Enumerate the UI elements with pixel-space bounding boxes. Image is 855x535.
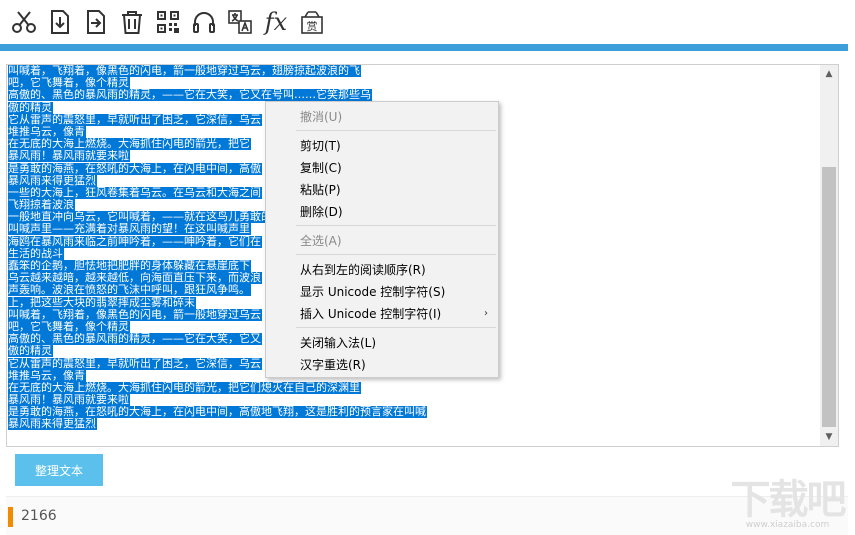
selected-text: 在无底的大海上燃烧。大海抓住闪电的箭光，把它们熄灭在自己的深渊里	[8, 381, 361, 394]
menu-item-label: 显示 Unicode 控制字符(S)	[300, 285, 446, 299]
selected-text: 暴风雨！暴风雨就要来啦	[8, 150, 130, 163]
scroll-thumb[interactable]	[822, 167, 836, 427]
selected-text: 叫喊着，飞翔着，像黑色的闪电，箭一般地穿过乌云，翅膀掠起波浪的飞	[8, 65, 361, 77]
menu-item-label: 粘贴(P)	[300, 183, 341, 197]
selected-text: 傲的精灵	[8, 345, 53, 358]
toolbar: fx 赏	[0, 0, 855, 44]
qrcode-button[interactable]	[153, 5, 183, 39]
submenu-arrow-icon: ›	[484, 308, 488, 319]
selected-text: 暴风雨来得更猛烈	[8, 174, 97, 187]
text-line[interactable]: 暴风雨！暴风雨就要来啦	[8, 394, 820, 407]
selected-text: 在无底的大海上燃烧。大海抓住闪电的箭光，把它	[8, 138, 251, 151]
vertical-scrollbar[interactable]: ▲ ▼	[820, 65, 838, 446]
menu-item-rtl-reading[interactable]: 从右到左的阅读顺序(R)	[266, 259, 498, 280]
selected-text: 一般地直冲向乌云，它叫喊着，——就在这鸟儿勇敢的	[8, 211, 273, 224]
watermark-logo: 下载吧 www.xiazaiba.com	[720, 478, 855, 535]
delete-icon	[122, 11, 142, 34]
selected-text: 叫喊着，飞翔着，像黑色的闪电，箭一般地穿过乌云	[8, 308, 262, 321]
selected-text: 是勇敢的海燕，在怒吼的大海上，在闪电中间，高傲地飞翔，这是胜利的预言家在叫喊	[8, 406, 427, 419]
menu-item-show-unicode[interactable]: 显示 Unicode 控制字符(S)	[266, 281, 498, 302]
menu-item-label: 撤消(U)	[300, 110, 343, 124]
selected-text: 它从雷声的震怒里，早就听出了困乏，它深信，乌云	[8, 113, 262, 126]
menu-item-label: 删除(D)	[300, 205, 343, 219]
tidy-text-button[interactable]: 整理文本	[15, 454, 103, 486]
text-line[interactable]: 高傲的、黑色的暴风雨的精灵，——它在大笑，它又在号叫……它笑那些乌	[8, 89, 820, 102]
menu-item-select-all[interactable]: 全选(A)	[266, 230, 498, 251]
selected-text: 它从雷声的震怒里，早就听出了困乏，它深信，乌云	[8, 357, 262, 370]
text-line[interactable]: 暴风雨来得更猛烈	[8, 418, 820, 431]
cut-button[interactable]	[9, 5, 39, 39]
text-line[interactable]: 叫喊着，飞翔着，像黑色的闪电，箭一般地穿过乌云，翅膀掠起波浪的飞	[8, 65, 820, 77]
export-icon	[87, 10, 105, 34]
menu-item-cut[interactable]: 剪切(T)	[266, 135, 498, 156]
selected-text: 高傲的、黑色的暴风雨的精灵，——它在大笑，它又在号叫……它笑那些乌	[8, 89, 372, 102]
scroll-up-arrow[interactable]: ▲	[820, 66, 838, 82]
menu-item-label: 关闭输入法(L)	[300, 336, 377, 350]
status-accent-marker	[8, 507, 13, 527]
cut-icon	[12, 11, 36, 33]
menu-item-label: 全选(A)	[300, 234, 342, 248]
selected-text: 暴风雨！暴风雨就要来啦	[8, 394, 130, 407]
menu-separator	[296, 254, 496, 255]
selected-text: 堆推乌云，像青	[8, 125, 86, 138]
text-line[interactable]: 在无底的大海上燃烧。大海抓住闪电的箭光，把它们熄灭在自己的深渊里	[8, 381, 820, 394]
selected-text: 堆推乌云，像青	[8, 369, 86, 382]
menu-separator	[296, 130, 496, 131]
character-count: 2166	[21, 508, 57, 524]
delete-button[interactable]	[117, 5, 147, 39]
translate-icon	[228, 10, 252, 34]
selected-text: 一些的大海上，狂风卷集着乌云。在乌云和大海之间	[8, 186, 262, 199]
menu-item-label: 汉字重选(R)	[300, 358, 366, 372]
menu-item-close-ime[interactable]: 关闭输入法(L)	[266, 332, 498, 353]
export-button[interactable]	[81, 5, 111, 39]
menu-item-delete[interactable]: 删除(D)	[266, 201, 498, 222]
context-menu: 撤消(U) 剪切(T) 复制(C) 粘贴(P) 删除(D) 全选(A) 从右到左…	[265, 101, 499, 378]
selected-text: 吧，它飞舞着，像个精灵	[8, 320, 130, 333]
menu-item-copy[interactable]: 复制(C)	[266, 157, 498, 178]
selected-text: 乌云越来越暗，越来越低，向海面直压下来，而波浪	[8, 272, 262, 285]
import-button[interactable]	[45, 5, 75, 39]
header-accent-bar	[0, 44, 848, 51]
watermark-text: 下载吧	[730, 477, 847, 523]
menu-item-undo[interactable]: 撤消(U)	[266, 106, 498, 127]
text-line[interactable]: 吧，它飞舞着，像个精灵	[8, 77, 820, 90]
selected-text: 飞翔掠着波浪	[8, 199, 75, 212]
selected-text: 暴风雨来得更猛烈	[8, 418, 97, 431]
selected-text: 吧，它飞舞着，像个精灵	[8, 77, 130, 90]
selected-text: 是勇敢的海燕，在怒吼的大海上，在闪电中间，高傲	[8, 162, 262, 175]
watermark-url: www.xiazaiba.com	[745, 520, 830, 530]
menu-item-reconversion[interactable]: 汉字重选(R)	[266, 354, 498, 375]
read-aloud-button[interactable]	[189, 5, 219, 39]
selected-text: 生活的战斗	[8, 247, 64, 260]
reward-button[interactable]: 赏	[297, 5, 327, 39]
menu-item-label: 从右到左的阅读顺序(R)	[300, 263, 426, 277]
qrcode-icon	[157, 11, 179, 33]
formula-button[interactable]: fx	[261, 5, 291, 39]
selected-text: 蠢笨的企鹅，胆怯地把肥胖的身体躲藏在悬崖底下	[8, 260, 251, 272]
menu-item-label: 插入 Unicode 控制字符(I)	[300, 307, 442, 321]
selected-text: 声轰响。波浪在愤怒的飞沫中呼叫，跟狂风争鸣。	[8, 284, 251, 297]
headphones-icon	[193, 12, 215, 33]
translate-button[interactable]	[225, 5, 255, 39]
menu-item-label: 复制(C)	[300, 161, 342, 175]
selected-text: 叫喊声里——充满着对暴风雨的望！在这叫喊声里	[8, 223, 251, 236]
menu-item-label: 剪切(T)	[300, 139, 341, 153]
menu-item-paste[interactable]: 粘贴(P)	[266, 179, 498, 200]
reward-glyph: 赏	[307, 20, 318, 33]
import-icon	[51, 10, 69, 34]
reward-icon: 赏	[301, 11, 323, 34]
scroll-down-arrow[interactable]: ▼	[820, 429, 838, 445]
text-line[interactable]: 是勇敢的海燕，在怒吼的大海上，在闪电中间，高傲地飞翔，这是胜利的预言家在叫喊	[8, 406, 820, 419]
selected-text: 高傲的、黑色的暴风雨的精灵，——它在大笑，它又	[8, 333, 262, 346]
fx-icon: fx	[264, 8, 288, 36]
selected-text: 上，把这些大块的翡翠摔成尘雾和碎末	[8, 296, 196, 309]
selected-text: 海鸥在暴风雨来临之前呻吟着，——呻吟着，它们在	[8, 235, 262, 248]
menu-separator	[296, 225, 496, 226]
menu-separator	[296, 327, 496, 328]
selected-text: 傲的精灵	[8, 101, 53, 114]
menu-item-insert-unicode[interactable]: 插入 Unicode 控制字符(I) ›	[266, 303, 498, 324]
